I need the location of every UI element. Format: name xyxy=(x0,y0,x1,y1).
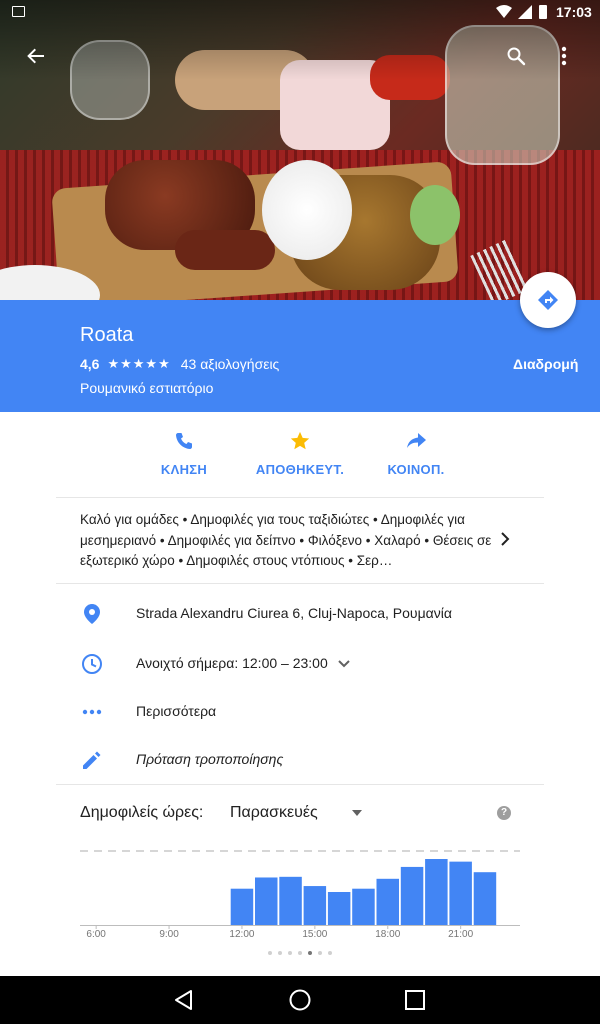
more-vert-icon xyxy=(561,46,567,66)
chevron-right-icon xyxy=(501,532,510,546)
chart-tick-label: 18:00 xyxy=(375,929,400,940)
share-button[interactable]: ΚΟΙΝΟΠ. xyxy=(356,430,476,477)
save-button[interactable]: ΑΠΟΘΗΚΕΥΤ. xyxy=(240,430,360,477)
pager-dot-active xyxy=(308,951,312,955)
status-time: 17:03 xyxy=(556,4,592,20)
pencil-icon xyxy=(80,748,104,772)
pager-dot xyxy=(288,951,292,955)
divider xyxy=(56,497,544,498)
photo-lettuce xyxy=(410,185,460,245)
chart-tick-label: 12:00 xyxy=(229,929,254,940)
directions-link[interactable]: Διαδρομή xyxy=(513,356,578,372)
place-highlights[interactable]: Καλό για ομάδες • Δημοφιλές για τους ταξ… xyxy=(80,510,500,572)
status-bar: 17:03 xyxy=(0,0,600,24)
chart-bar-20:00[interactable] xyxy=(425,859,448,925)
triangle-back-icon xyxy=(175,990,192,1010)
circle-home-icon xyxy=(289,989,311,1011)
nav-home-button[interactable] xyxy=(284,984,316,1016)
photo-cream xyxy=(262,160,352,260)
action-bar: ΚΛΗΣΗ ΑΠΟΘΗΚΕΥΤ. ΚΟΙΝΟΠ. xyxy=(0,412,600,497)
chart-bar-12:00[interactable] xyxy=(230,888,254,925)
address-text: Strada Alexandru Ciurea 6, Cluj-Napoca, … xyxy=(136,605,452,621)
wifi-icon xyxy=(496,5,512,18)
clock-icon xyxy=(80,652,104,676)
more-options-button[interactable] xyxy=(548,40,580,72)
chart-bar-15:00[interactable] xyxy=(303,886,327,925)
suggest-edit-text: Πρόταση τροποποίησης xyxy=(136,751,284,767)
help-icon[interactable]: ? xyxy=(497,806,511,820)
rating-value: 4,6 xyxy=(80,356,100,372)
pager-dot xyxy=(278,951,282,955)
battery-icon xyxy=(539,5,547,19)
pager-dot xyxy=(318,951,322,955)
more-horiz-icon xyxy=(80,700,104,724)
popular-times-title: Δημοφιλείς ώρες: xyxy=(80,804,204,821)
highlights-chevron[interactable] xyxy=(500,531,510,552)
back-button[interactable] xyxy=(20,40,52,72)
address-row[interactable]: Strada Alexandru Ciurea 6, Cluj-Napoca, … xyxy=(0,594,600,634)
chart-bar-16:00[interactable] xyxy=(327,892,351,925)
rating-line[interactable]: 4,6 ★★★★★ 43 αξιολογήσεις xyxy=(80,356,279,372)
review-count: 43 αξιολογήσεις xyxy=(180,356,280,372)
phone-icon xyxy=(176,433,192,449)
nav-back-button[interactable] xyxy=(168,984,200,1016)
dropdown-arrow-icon[interactable] xyxy=(352,810,362,816)
save-label: ΑΠΟΘΗΚΕΥΤ. xyxy=(255,462,345,477)
more-text: Περισσότερα xyxy=(136,703,217,719)
chart-bar-22:00[interactable] xyxy=(473,872,497,925)
call-label: ΚΛΗΣΗ xyxy=(160,462,208,477)
directions-icon xyxy=(538,290,558,310)
place-category: Ρουμανικό εστιατόριο xyxy=(80,380,214,396)
chart-bar-13:00[interactable] xyxy=(255,877,278,925)
chart-pager xyxy=(268,951,338,955)
suggest-edit-row[interactable]: Πρόταση τροποποίησης xyxy=(0,740,600,780)
chart-bar-17:00[interactable] xyxy=(352,888,375,925)
pager-dot xyxy=(268,951,272,955)
call-button[interactable]: ΚΛΗΣΗ xyxy=(124,430,244,477)
chart-bar-21:00[interactable] xyxy=(449,861,472,925)
pager-dot xyxy=(298,951,302,955)
share-icon xyxy=(407,433,426,448)
more-row[interactable]: Περισσότερα xyxy=(0,692,600,732)
place-header: Roata 4,6 ★★★★★ 43 αξιολογήσεις Ρουμανικ… xyxy=(0,300,600,412)
chevron-down-icon[interactable] xyxy=(337,656,351,674)
chart-bar-14:00[interactable] xyxy=(279,876,302,925)
chart-tick-label: 15:00 xyxy=(302,929,327,940)
chart-tick-label: 6:00 xyxy=(86,929,106,940)
search-button[interactable] xyxy=(500,40,532,72)
place-pin-icon xyxy=(80,602,104,626)
star-icon xyxy=(290,431,310,450)
chart-bar-18:00[interactable] xyxy=(376,878,400,925)
search-icon xyxy=(507,47,526,66)
popular-times-day-select[interactable]: Παρασκευές xyxy=(230,804,318,822)
directions-fab[interactable] xyxy=(520,272,576,328)
arrow-left-icon xyxy=(27,48,44,64)
gallery-notification-icon xyxy=(12,6,25,17)
system-nav-bar xyxy=(0,976,600,1024)
place-name: Roata xyxy=(80,324,134,346)
chart-tick-label: 21:00 xyxy=(448,929,473,940)
nav-recents-button[interactable] xyxy=(399,984,431,1016)
divider xyxy=(56,784,544,785)
square-recents-icon xyxy=(405,990,425,1010)
chart-tick-label: 9:00 xyxy=(159,929,179,940)
chart-bar-19:00[interactable] xyxy=(400,866,424,925)
divider xyxy=(56,583,544,584)
rating-stars-icon: ★★★★★ xyxy=(107,356,171,371)
signal-icon xyxy=(518,5,532,19)
share-label: ΚΟΙΝΟΠ. xyxy=(387,462,445,477)
pager-dot xyxy=(328,951,332,955)
hours-row[interactable]: Ανοιχτό σήμερα: 12:00 – 23:00 xyxy=(0,644,600,684)
photo-sausage xyxy=(175,230,275,270)
popular-times-chart[interactable]: 6:00 9:00 12:00 15:00 18:00 21:00 xyxy=(80,845,520,945)
hours-text: Ανοιχτό σήμερα: 12:00 – 23:00 xyxy=(136,655,328,671)
